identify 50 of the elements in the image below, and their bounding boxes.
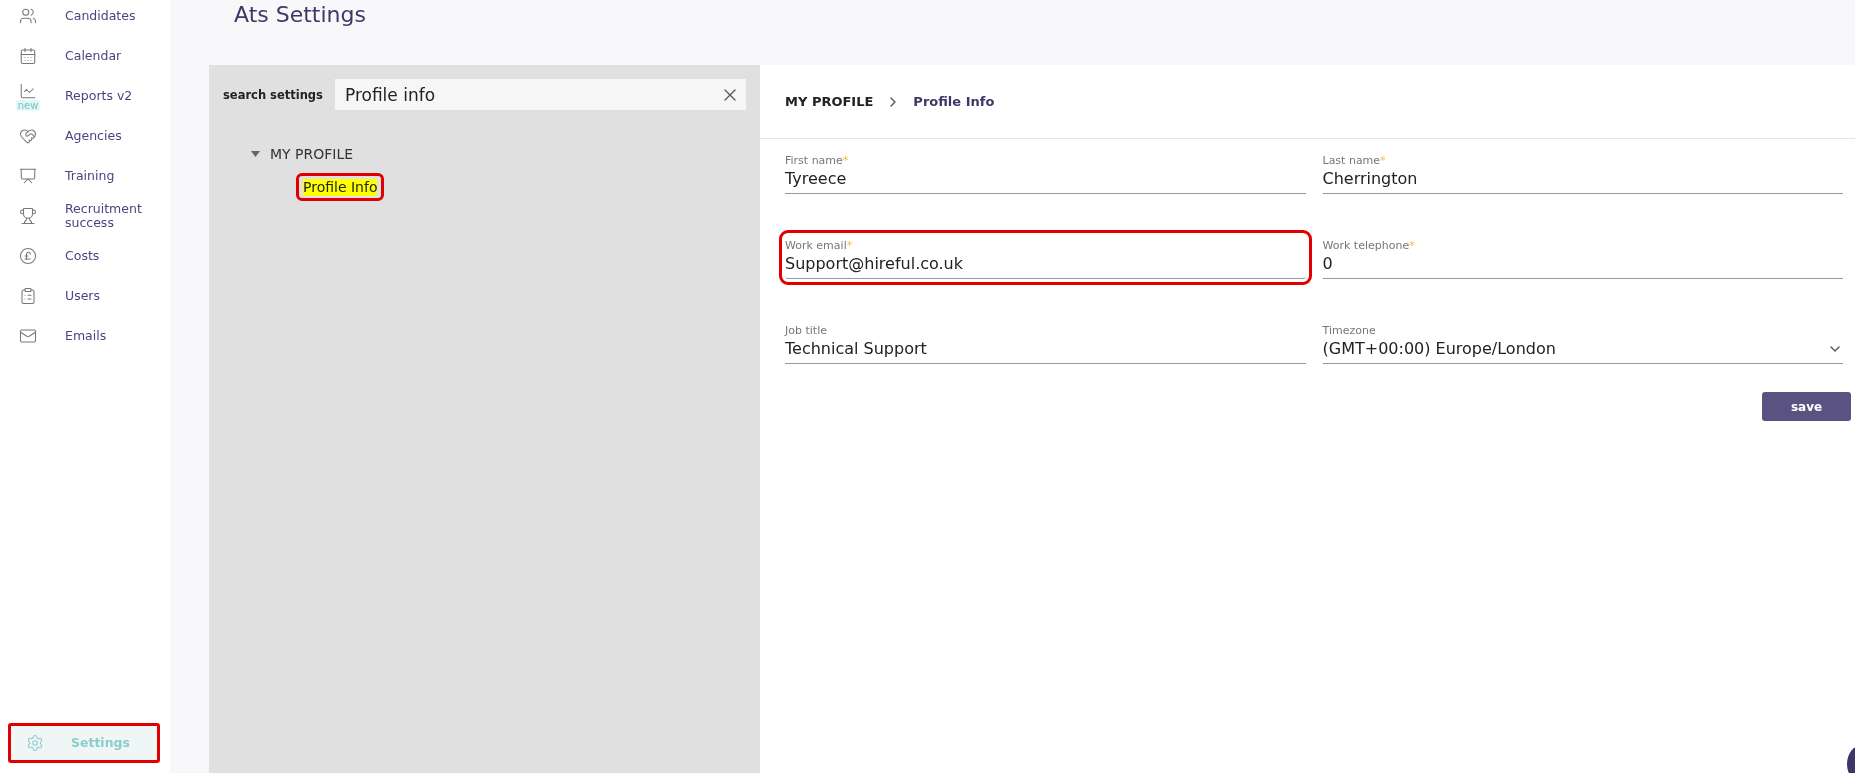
save-button[interactable]: save [1762,392,1851,421]
sidebar-label: Costs [65,249,101,263]
sidebar-label: Training [65,169,116,183]
sidebar-label: Users [65,289,101,303]
sidebar-item[interactable]: Agencies [0,116,170,156]
sidebar-label: Emails [65,329,108,343]
sidebar-item[interactable]: Recruitment success [0,196,170,236]
input-field[interactable]: First name* Tyreece [785,151,1306,194]
nav-icon [19,207,37,225]
nav-icon [19,47,37,65]
sidebar-label: Recruitment success [65,202,143,230]
sidebar-item[interactable]: Costs [0,236,170,276]
nav-icon [25,734,44,752]
sidebar-item[interactable]: Emails [0,316,170,356]
caret-icon [251,151,260,157]
sidebar-label: Agencies [65,129,123,143]
input-field[interactable]: Work telephone* 0 [1322,236,1843,279]
nav-icon [19,247,37,265]
tree-item[interactable]: Profile Info [299,176,382,198]
sidebar-item[interactable]: Users [0,276,170,316]
field-label: Work email* [785,239,854,252]
breadcrumb-item[interactable]: MY PROFILE [785,94,874,109]
nav-icon [19,7,37,25]
field-label: Work telephone* [1322,239,1416,252]
input-field[interactable]: Work email* Support@hireful.co.uk [785,236,1306,279]
sidebar-item[interactable]: Candidates [0,0,170,36]
sidebar-item[interactable]: new Reports v2 [0,76,170,116]
new-badge: new [15,99,41,111]
input-field[interactable]: Job title Technical Support [785,321,1306,364]
sidebar-item[interactable]: Training [0,156,170,196]
field-label: First name* [785,154,850,167]
tree-group[interactable]: MY PROFILE [251,146,746,162]
nav-icon [19,167,37,185]
nav-icon [19,327,37,345]
sidebar-label: Candidates [65,9,137,23]
nav-icon [19,81,37,100]
sidebar-item[interactable]: Calendar [0,36,170,76]
sidebar-label: Calendar [65,49,123,63]
page-title: Ats Settings [233,1,367,29]
sidebar-label: Reports v2 [65,89,134,103]
search-label: search settings [223,87,323,102]
field-label: Last name* [1322,154,1387,167]
field-label: Job title [785,324,828,337]
breadcrumb-item: Profile Info [913,94,995,109]
nav-icon [19,287,37,305]
field-label: Timezone [1322,324,1377,337]
nav-icon [19,127,37,145]
select-field[interactable]: Timezone (GMT+00:00) Europe/London [1322,321,1843,364]
input-field[interactable]: Last name* Cherrington [1322,151,1843,194]
sidebar-label: Settings [70,736,131,750]
